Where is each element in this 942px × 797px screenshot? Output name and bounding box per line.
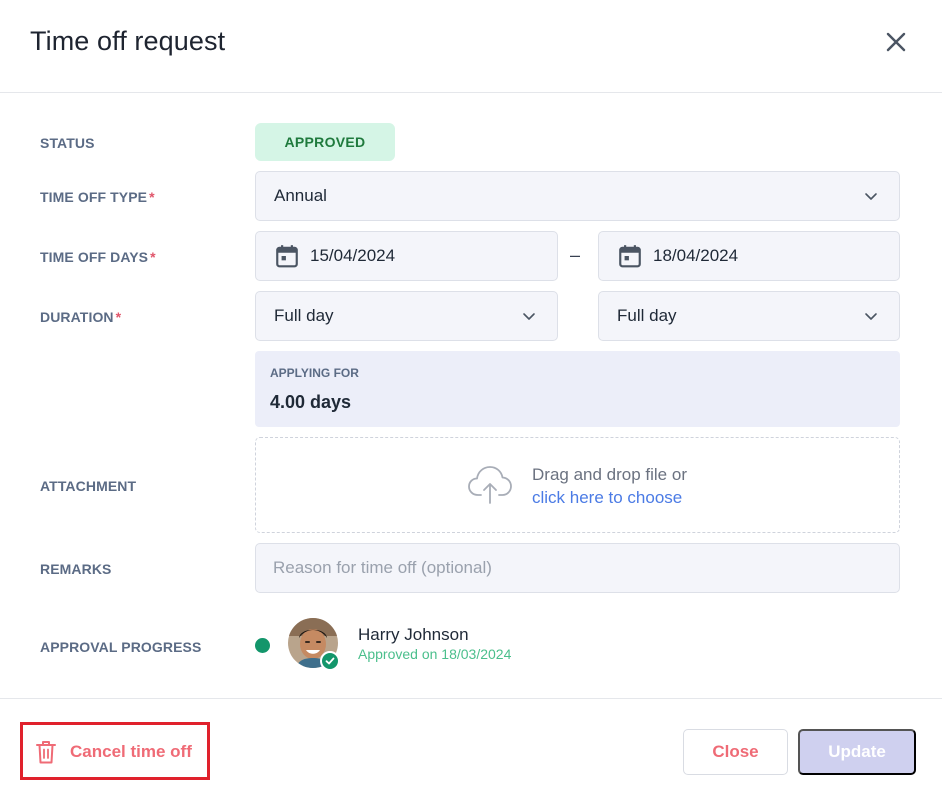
start-date-value: 15/04/2024 bbox=[310, 246, 396, 265]
start-duration-value: Full day bbox=[274, 306, 334, 325]
status-label: STATUS bbox=[40, 135, 95, 151]
time-off-type-select[interactable]: Annual bbox=[255, 171, 900, 221]
end-date-field[interactable]: 18/04/2024 bbox=[598, 231, 900, 281]
duration-label: DURATION * bbox=[40, 309, 122, 325]
close-icon[interactable] bbox=[880, 26, 912, 58]
approval-status-dot bbox=[255, 638, 270, 653]
dialog-title: Time off request bbox=[30, 26, 226, 56]
footer-divider bbox=[0, 698, 942, 699]
dialog-header: Time off request bbox=[0, 0, 942, 93]
end-duration-select[interactable]: Full day bbox=[598, 291, 900, 341]
chevron-down-icon bbox=[523, 313, 535, 320]
choose-file-link[interactable]: click here to choose bbox=[532, 486, 687, 509]
approver-status: Approved on 18/03/2024 bbox=[358, 646, 512, 662]
date-range-separator: – bbox=[570, 245, 581, 265]
applying-for-value: 4.00 days bbox=[270, 392, 352, 412]
end-duration-value: Full day bbox=[617, 306, 677, 325]
calendar-icon bbox=[276, 245, 298, 268]
cancel-time-off-label: Cancel time off bbox=[70, 742, 192, 761]
attachment-label: ATTACHMENT bbox=[40, 478, 137, 494]
calendar-icon bbox=[619, 245, 641, 268]
approval-progress-label: APPROVAL PROGRESS bbox=[40, 639, 202, 655]
time-off-type-value: Annual bbox=[274, 186, 327, 205]
time-off-days-label: TIME OFF DAYS * bbox=[40, 249, 156, 265]
dropzone-hint: Drag and drop file or bbox=[532, 465, 687, 484]
dropzone-text: Drag and drop file or click here to choo… bbox=[532, 463, 687, 509]
close-button[interactable]: Close bbox=[683, 729, 788, 775]
cancel-time-off-button[interactable]: Cancel time off bbox=[35, 738, 192, 766]
remarks-input[interactable] bbox=[255, 543, 900, 593]
applying-for-summary: APPLYING FOR 4.00 days bbox=[255, 351, 900, 427]
update-button[interactable]: Update bbox=[798, 729, 916, 775]
start-duration-select[interactable]: Full day bbox=[255, 291, 558, 341]
applying-for-label: APPLYING FOR bbox=[270, 366, 359, 380]
cloud-upload-icon bbox=[468, 466, 512, 504]
attachment-dropzone[interactable]: Drag and drop file or click here to choo… bbox=[255, 437, 900, 533]
status-badge: APPROVED bbox=[255, 123, 395, 161]
start-date-field[interactable]: 15/04/2024 bbox=[255, 231, 558, 281]
time-off-type-label: TIME OFF TYPE * bbox=[40, 189, 155, 205]
approver-name: Harry Johnson bbox=[358, 625, 469, 644]
end-date-value: 18/04/2024 bbox=[653, 246, 739, 265]
trash-icon bbox=[36, 741, 56, 764]
remarks-label: REMARKS bbox=[40, 561, 112, 577]
chevron-down-icon bbox=[865, 193, 877, 200]
chevron-down-icon bbox=[865, 313, 877, 320]
check-icon bbox=[320, 651, 340, 671]
